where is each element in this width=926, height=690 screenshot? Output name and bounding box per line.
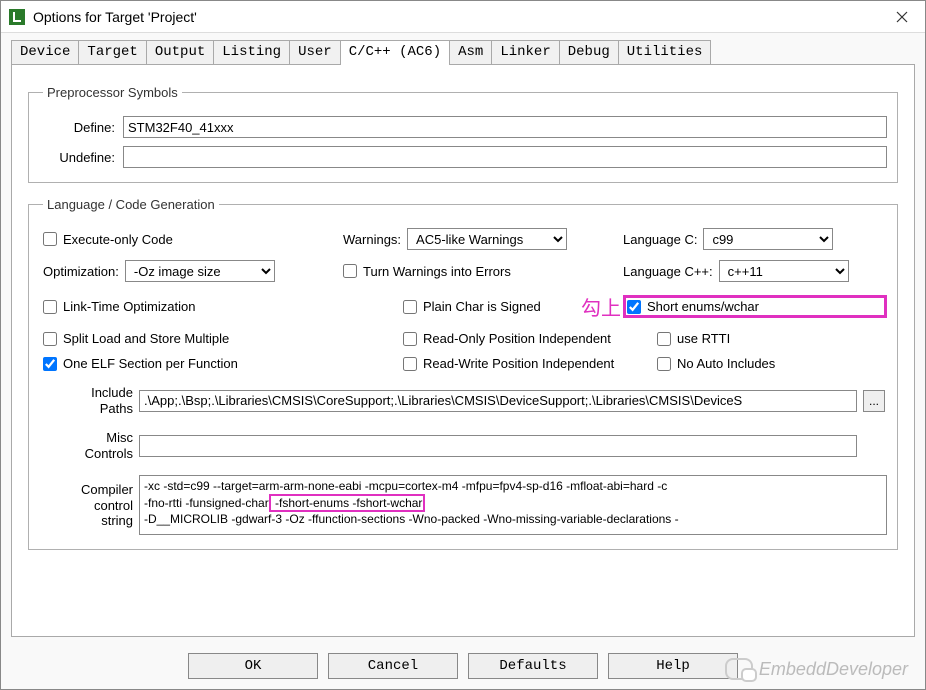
language-c-select[interactable]: c99: [703, 228, 833, 250]
language-cpp-select[interactable]: c++11: [719, 260, 849, 282]
warnings-label: Warnings:: [343, 232, 401, 247]
tab-asm[interactable]: Asm: [449, 40, 492, 65]
help-button[interactable]: Help: [608, 653, 738, 679]
compiler-line-2: -fno-rtti -funsigned-char -fshort-enums …: [144, 495, 882, 511]
compiler-control-label: Compiler control string: [43, 482, 133, 529]
one-elf-checkbox[interactable]: One ELF Section per Function: [43, 356, 343, 371]
language-cpp-label: Language C++:: [623, 264, 713, 279]
language-legend: Language / Code Generation: [43, 197, 219, 212]
short-enums-highlight: Short enums/wchar: [623, 295, 887, 318]
define-input[interactable]: [123, 116, 887, 138]
tab-debug[interactable]: Debug: [559, 40, 619, 65]
language-c-label: Language C:: [623, 232, 697, 247]
annotation-note: 勾上: [581, 292, 621, 321]
include-paths-label: Include Paths: [43, 385, 133, 416]
preprocessor-legend: Preprocessor Symbols: [43, 85, 182, 100]
tab-ccpp[interactable]: C/C++ (AC6): [340, 40, 450, 65]
use-rtti-checkbox[interactable]: use RTTI: [657, 331, 887, 346]
readonly-pos-ind-checkbox[interactable]: Read-Only Position Independent: [403, 331, 623, 346]
compiler-highlight: -fshort-enums -fshort-wchar: [269, 494, 426, 512]
link-time-opt-checkbox[interactable]: Link-Time Optimization: [43, 299, 343, 314]
include-paths-input[interactable]: [139, 390, 857, 412]
options-dialog: Options for Target 'Project' Device Targ…: [0, 0, 926, 690]
turn-warnings-errors-checkbox[interactable]: Turn Warnings into Errors: [343, 264, 623, 279]
tab-panel: Preprocessor Symbols Define: Undefine: L…: [11, 64, 915, 637]
tab-target[interactable]: Target: [78, 40, 146, 65]
misc-controls-input[interactable]: [139, 435, 857, 457]
optimization-select[interactable]: -Oz image size: [125, 260, 275, 282]
tab-output[interactable]: Output: [146, 40, 214, 65]
close-icon: [896, 11, 908, 23]
short-enums-checkbox[interactable]: Short enums/wchar: [627, 299, 759, 314]
execute-only-checkbox[interactable]: Execute-only Code: [43, 232, 343, 247]
language-group: Language / Code Generation Execute-only …: [28, 197, 898, 550]
close-button[interactable]: [879, 1, 925, 33]
no-auto-includes-checkbox[interactable]: No Auto Includes: [657, 356, 887, 371]
plain-char-signed-checkbox[interactable]: Plain Char is Signed: [403, 299, 541, 314]
cancel-button[interactable]: Cancel: [328, 653, 458, 679]
compiler-control-box[interactable]: -xc -std=c99 --target=arm-arm-none-eabi …: [139, 475, 887, 535]
compiler-line-1: -xc -std=c99 --target=arm-arm-none-eabi …: [144, 478, 882, 494]
warnings-select[interactable]: AC5-like Warnings: [407, 228, 567, 250]
compiler-line-3: -D__MICROLIB -gdwarf-3 -Oz -ffunction-se…: [144, 511, 882, 527]
misc-controls-label: Misc Controls: [43, 430, 133, 461]
readwrite-pos-ind-checkbox[interactable]: Read-Write Position Independent: [403, 356, 623, 371]
window-title: Options for Target 'Project': [33, 9, 879, 25]
tab-listing[interactable]: Listing: [213, 40, 290, 65]
defaults-button[interactable]: Defaults: [468, 653, 598, 679]
app-icon: [9, 9, 25, 25]
undefine-input[interactable]: [123, 146, 887, 168]
tab-strip: Device Target Output Listing User C/C++ …: [1, 33, 925, 64]
include-paths-browse-button[interactable]: ...: [863, 390, 885, 412]
tab-user[interactable]: User: [289, 40, 341, 65]
ok-button[interactable]: OK: [188, 653, 318, 679]
undefine-label: Undefine:: [43, 150, 123, 165]
dialog-button-bar: OK Cancel Defaults Help: [1, 645, 925, 689]
preprocessor-group: Preprocessor Symbols Define: Undefine:: [28, 85, 898, 183]
define-label: Define:: [43, 120, 123, 135]
split-load-store-checkbox[interactable]: Split Load and Store Multiple: [43, 331, 343, 346]
titlebar: Options for Target 'Project': [1, 1, 925, 33]
tab-utilities[interactable]: Utilities: [618, 40, 712, 65]
tab-device[interactable]: Device: [11, 40, 79, 65]
optimization-label: Optimization:: [43, 264, 119, 279]
tab-linker[interactable]: Linker: [491, 40, 559, 65]
